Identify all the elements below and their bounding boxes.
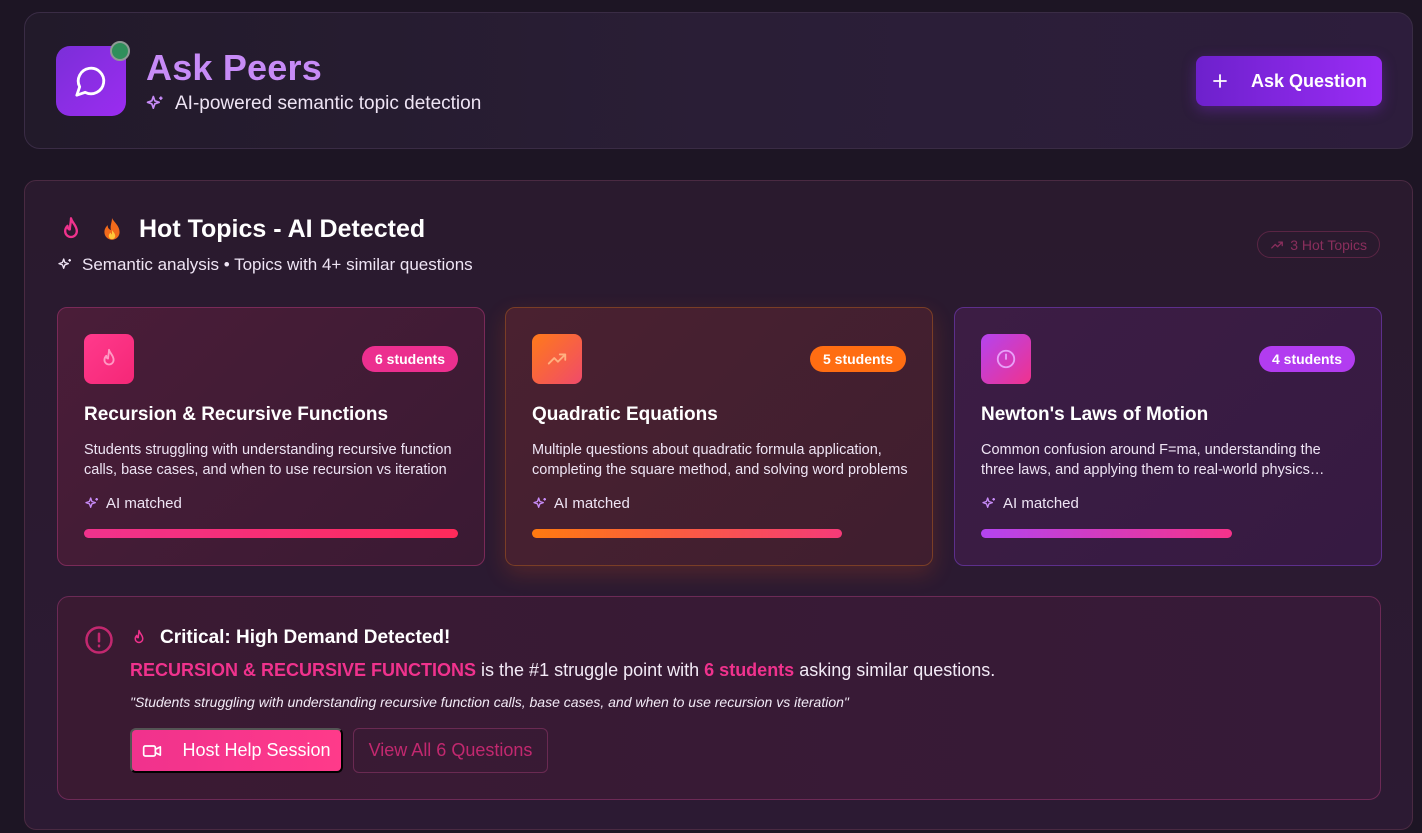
app-subtitle: AI-powered semantic topic detection [145,93,481,115]
hot-topics-subtitle: Semantic analysis • Topics with 4+ simil… [57,255,473,275]
hot-topics-count-label: 3 Hot Topics [1290,236,1367,253]
alert-message: RECURSION & RECURSIVE FUNCTIONS is the #… [130,660,995,681]
sparkles-icon [982,496,995,508]
header: Ask Peers AI-powered semantic topic dete… [24,12,1413,149]
hot-topics-heading: Hot Topics - AI Detected [57,215,425,244]
flame-icon [134,629,144,644]
sparkles-icon [146,95,163,109]
hot-topics-count-badge: 3 Hot Topics [1257,231,1380,258]
topic-description: Multiple questions about quadratic formu… [532,442,908,478]
alert-student-count: 6 students [704,660,795,680]
chat-bubble-icon [75,66,106,97]
ai-matched-indicator: AI matched [981,495,1079,512]
clock-icon [996,349,1016,369]
ai-matched-indicator: AI matched [84,495,182,512]
topic-icon [532,334,582,384]
plus-icon [1213,74,1227,88]
critical-demand-alert: Critical: High Demand Detected! RECURSIO… [57,596,1381,800]
sparkles-icon [85,496,98,508]
topic-description: Common confusion around F=ma, understand… [981,442,1321,478]
topic-title: Quadratic Equations [532,404,718,425]
topic-progress-fill [981,529,1232,538]
topic-progress-fill [84,529,458,538]
topic-title: Recursion & Recursive Functions [84,404,389,425]
topic-card-newton[interactable]: 4 students Newton's Laws of Motion Commo… [954,307,1382,566]
flame-icon [103,348,115,366]
topic-icon [84,334,134,384]
ask-question-label: Ask Question [1250,70,1368,91]
sparkles-icon [58,258,71,269]
student-count-badge: 6 students [361,346,458,372]
ai-matched-label: AI matched [554,495,630,512]
trending-up-icon [547,353,567,365]
app-title: Ask Peers [146,47,322,88]
video-camera-icon [143,744,162,757]
trending-up-icon [1271,240,1284,249]
ai-matched-indicator: AI matched [532,495,630,512]
hot-topics-subtitle-text: Semantic analysis • Topics with 4+ simil… [82,255,473,274]
view-all-questions-button[interactable]: View All 6 Questions [353,728,548,773]
host-help-session-label: Host Help Session [182,740,331,760]
alert-title: Critical: High Demand Detected! [130,627,450,649]
ai-matched-label: AI matched [106,495,182,512]
topic-progress-bar [84,529,458,538]
alert-message-middle: is the #1 struggle point with [476,660,705,680]
topic-progress-fill [532,529,843,538]
alert-message-end: asking similar questions. [794,660,996,680]
topic-title: Newton's Laws of Motion [981,404,1209,425]
app-subtitle-text: AI-powered semantic topic detection [175,93,482,114]
ai-matched-label: AI matched [1003,495,1079,512]
topic-card-quadratic[interactable]: 5 students Quadratic Equations Multiple … [505,307,933,566]
alert-circle-icon [85,626,113,654]
sparkles-icon [533,496,546,508]
topic-progress-bar [532,529,906,538]
topic-description: Students struggling with understanding r… [84,442,452,478]
topic-card-recursion[interactable]: 6 students Recursion & Recursive Functio… [57,307,485,566]
student-count-badge: 5 students [809,346,906,372]
hot-topics-panel: Hot Topics - AI Detected Semantic analys… [24,180,1413,830]
topic-progress-bar [981,529,1355,538]
alert-quote: "Students struggling with understanding … [130,694,849,710]
hot-topics-title: Hot Topics - AI Detected [139,215,426,243]
alert-topic-name: RECURSION & RECURSIVE FUNCTIONS [130,660,477,680]
alert-title-text: Critical: High Demand Detected! [160,627,451,648]
student-count-badge: 4 students [1258,346,1355,372]
host-help-session-button[interactable]: Host Help Session [130,728,343,773]
fire-emoji-icon [104,217,120,240]
online-status-dot [110,41,130,61]
ask-question-button[interactable]: Ask Question [1196,56,1382,106]
flame-outline-icon [64,216,79,238]
topic-icon [981,334,1031,384]
